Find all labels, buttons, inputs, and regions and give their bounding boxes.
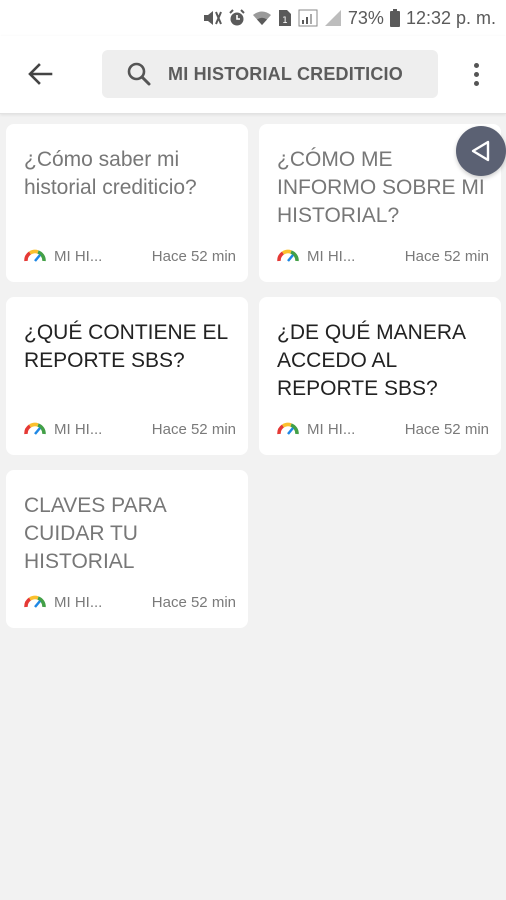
article-title: ¿DE QUÉ MANERA ACCEDO AL REPORTE SBS? — [277, 321, 465, 400]
signal-icon — [298, 9, 318, 27]
article-card[interactable]: ¿DE QUÉ MANERA ACCEDO AL REPORTE SBS? MI… — [259, 297, 501, 455]
mute-vibrate-icon — [202, 9, 222, 27]
source-logo-icon — [24, 595, 46, 609]
search-bar[interactable]: MI HISTORIAL CREDITICIO — [102, 50, 438, 98]
source-logo-icon — [24, 249, 46, 263]
battery-percent: 73% — [347, 7, 384, 28]
article-meta: MI HI... Hace 52 min — [277, 419, 489, 439]
article-time: Hace 52 min — [151, 420, 236, 438]
article-time: Hace 52 min — [404, 420, 489, 438]
article-meta: MI HI... Hace 52 min — [24, 419, 236, 439]
article-source: MI HI... — [307, 420, 356, 438]
clock: 12:32 p. m. — [405, 7, 496, 28]
article-card[interactable]: ¿QUÉ CONTIENE EL REPORTE SBS? MI HI... H… — [6, 297, 248, 455]
article-meta: MI HI... Hace 52 min — [277, 246, 489, 266]
back-arrow-icon — [28, 63, 53, 85]
more-vert-icon-dot — [473, 62, 479, 68]
alarm-icon — [228, 9, 246, 27]
article-source: MI HI... — [307, 247, 356, 265]
more-vert-icon-dot — [473, 80, 479, 86]
svg-text:1: 1 — [282, 16, 288, 26]
article-time: Hace 52 min — [404, 247, 489, 265]
wifi-icon — [252, 10, 272, 26]
search-icon — [127, 62, 151, 86]
article-time: Hace 52 min — [151, 593, 236, 611]
article-meta: MI HI... Hace 52 min — [24, 592, 236, 612]
back-button[interactable] — [20, 56, 60, 92]
article-title: ¿QUÉ CONTIENE EL REPORTE SBS? — [24, 321, 228, 372]
article-title: CLAVES PARA CUIDAR TU HISTORIAL — [24, 494, 166, 573]
article-source: MI HI... — [54, 593, 103, 611]
article-source: MI HI... — [54, 420, 103, 438]
triangle-back-icon — [471, 140, 490, 162]
source-logo-icon — [24, 422, 46, 436]
more-vert-icon-dot — [473, 71, 479, 77]
status-bar: 1 73% 12:32 p. m. — [0, 0, 506, 36]
source-logo-icon — [277, 422, 299, 436]
more-options-button[interactable] — [462, 58, 490, 90]
app-bar: MI HISTORIAL CREDITICIO — [0, 36, 506, 114]
battery-icon — [389, 9, 400, 27]
article-meta: MI HI... Hace 52 min — [24, 246, 236, 266]
article-card[interactable]: CLAVES PARA CUIDAR TU HISTORIAL MI HI...… — [6, 470, 248, 628]
article-source: MI HI... — [54, 247, 103, 265]
article-title: ¿Cómo saber mi historial crediticio? — [24, 148, 197, 199]
floating-back-bubble[interactable] — [456, 126, 506, 176]
signal-strength-icon — [324, 9, 342, 27]
search-query: MI HISTORIAL CREDITICIO — [168, 63, 403, 84]
article-card[interactable]: ¿Cómo saber mi historial crediticio? MI … — [6, 124, 248, 282]
sim-icon: 1 — [278, 9, 292, 27]
source-logo-icon — [277, 249, 299, 263]
article-time: Hace 52 min — [151, 247, 236, 265]
